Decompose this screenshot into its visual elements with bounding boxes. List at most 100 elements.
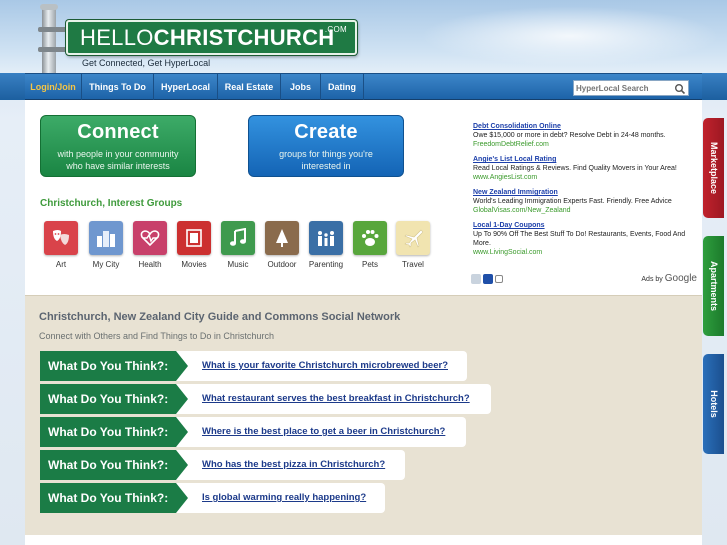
- group-health[interactable]: Health: [127, 221, 173, 269]
- ads-footer: Ads by Google: [471, 273, 697, 285]
- next-arrow-icon[interactable]: [483, 274, 493, 284]
- logo-text-city: CHRISTCHURCH: [153, 25, 335, 50]
- city-icon: [89, 221, 123, 255]
- music-note-icon: [221, 221, 255, 255]
- search-icon[interactable]: [674, 82, 686, 95]
- side-tab-apartments[interactable]: Apartments: [703, 236, 724, 336]
- interest-groups-title: Christchurch, Interest Groups: [40, 198, 183, 209]
- group-label: Art: [55, 260, 67, 269]
- city-guide-panel: Christchurch, New Zealand City Guide and…: [25, 295, 702, 535]
- ad-body: World's Leading Immigration Experts Fast…: [473, 198, 672, 205]
- group-label: Music: [227, 260, 249, 269]
- ad-title[interactable]: Angie's List Local Rating: [473, 155, 703, 164]
- ad-title[interactable]: Debt Consolidation Online: [473, 122, 703, 131]
- plane-icon: [396, 221, 430, 255]
- logo-suffix: .COM: [324, 25, 347, 34]
- heart-icon: [133, 221, 167, 255]
- question-link[interactable]: What restaurant serves the best breakfas…: [202, 384, 470, 414]
- previous-arrow-icon[interactable]: [471, 274, 481, 284]
- group-pets[interactable]: Pets: [347, 221, 393, 269]
- ad-url[interactable]: GlobalVisas.com/New_Zealand: [473, 206, 703, 215]
- group-label: My City: [92, 260, 120, 269]
- ad-item[interactable]: Local 1-Day Coupons Up To 90% Off The Be…: [473, 221, 703, 257]
- search-input[interactable]: [574, 81, 674, 95]
- sign-pole-cap: [40, 4, 58, 10]
- ad-item[interactable]: Debt Consolidation Online Owe $15,000 or…: [473, 122, 703, 149]
- group-label: Health: [138, 260, 162, 269]
- side-tab-label: Apartments: [708, 260, 719, 312]
- expand-icon[interactable]: [495, 275, 503, 283]
- question-link[interactable]: Where is the best place to get a beer in…: [202, 417, 445, 447]
- ad-body: Read Local Ratings & Reviews. Find Quali…: [473, 165, 677, 172]
- nav-login-join[interactable]: Login/Join: [25, 74, 82, 100]
- side-tab-hotels[interactable]: Hotels: [703, 354, 724, 454]
- nav-real-estate[interactable]: Real Estate: [218, 74, 281, 100]
- footer-strip: [25, 535, 702, 545]
- ad-url[interactable]: www.AngiesList.com: [473, 173, 703, 182]
- group-movies[interactable]: Movies: [171, 221, 217, 269]
- ad-item[interactable]: Angie's List Local Rating Read Local Rat…: [473, 155, 703, 182]
- connect-title: Connect: [77, 121, 159, 143]
- group-label: Movies: [181, 260, 207, 269]
- connect-button[interactable]: Connect with people in your community wh…: [40, 115, 196, 177]
- logo-text-hello: HELLO: [80, 25, 154, 50]
- masks-icon: [44, 221, 78, 255]
- nav-dating[interactable]: Dating: [321, 74, 364, 100]
- side-tab-marketplace[interactable]: Marketplace: [703, 118, 724, 218]
- tree-icon: [265, 221, 299, 255]
- nav-hyperlocal[interactable]: HyperLocal: [154, 74, 218, 100]
- connect-line2: who have similar interests: [66, 161, 170, 171]
- group-my-city[interactable]: My City: [83, 221, 129, 269]
- ads-list: Debt Consolidation Online Owe $15,000 or…: [473, 122, 703, 263]
- ad-title[interactable]: New Zealand Immigration: [473, 188, 703, 197]
- question-link[interactable]: What is your favorite Christchurch micro…: [202, 351, 448, 381]
- ads-by-google[interactable]: Ads by Google: [641, 273, 697, 284]
- ads-by-label: Ads by: [641, 276, 663, 283]
- question-link[interactable]: Who has the best pizza in Christchurch?: [202, 450, 385, 480]
- sign-pole-clamp: [38, 27, 68, 32]
- ad-title[interactable]: Local 1-Day Coupons: [473, 221, 703, 230]
- side-tab-label: Hotels: [708, 390, 719, 418]
- group-travel[interactable]: Travel: [390, 221, 436, 269]
- create-button[interactable]: Create groups for things you're interest…: [248, 115, 404, 177]
- paw-icon: [353, 221, 387, 255]
- group-label: Travel: [402, 260, 424, 269]
- city-guide-title: Christchurch, New Zealand City Guide and…: [39, 311, 401, 323]
- question-tag: What Do You Think?:: [40, 351, 188, 381]
- main-content: Connect with people in your community wh…: [25, 100, 702, 295]
- site-tagline: Get Connected, Get HyperLocal: [82, 58, 211, 68]
- side-tab-label: Marketplace: [708, 141, 719, 195]
- family-icon: [309, 221, 343, 255]
- nav-jobs[interactable]: Jobs: [281, 74, 321, 100]
- group-art[interactable]: Art: [38, 221, 84, 269]
- search-box: [573, 80, 689, 96]
- create-title: Create: [294, 121, 358, 143]
- ad-item[interactable]: New Zealand Immigration World's Leading …: [473, 188, 703, 215]
- group-label: Pets: [361, 260, 378, 269]
- nav-things-to-do[interactable]: Things To Do: [82, 74, 154, 100]
- sign-pole: [42, 6, 56, 76]
- ad-body: Owe $15,000 or more in debt? Resolve Deb…: [473, 132, 666, 139]
- group-music[interactable]: Music: [215, 221, 261, 269]
- city-guide-subtitle: Connect with Others and Find Things to D…: [39, 331, 274, 341]
- create-line1: groups for things you're: [279, 149, 373, 159]
- question-tag: What Do You Think?:: [40, 450, 188, 480]
- ad-url[interactable]: FreedomDebtRelief.com: [473, 140, 703, 149]
- connect-line1: with people in your community: [57, 149, 179, 159]
- group-parenting[interactable]: Parenting: [303, 221, 349, 269]
- site-logo[interactable]: HELLOCHRISTCHURCH .COM: [66, 20, 357, 55]
- group-outdoor[interactable]: Outdoor: [259, 221, 305, 269]
- create-line2: interested in: [301, 161, 351, 171]
- sky-cloud: [420, 6, 720, 66]
- google-logo: Google: [664, 273, 697, 284]
- question-tag: What Do You Think?:: [40, 417, 188, 447]
- film-icon: [177, 221, 211, 255]
- group-label: Outdoor: [267, 260, 297, 269]
- question-tag: What Do You Think?:: [40, 483, 188, 513]
- sign-pole-clamp: [38, 47, 68, 52]
- question-link[interactable]: Is global warming really happening?: [202, 483, 366, 513]
- ad-url[interactable]: www.LivingSocial.com: [473, 248, 703, 257]
- ad-body: Up To 90% Off The Best Stuff To Do! Rest…: [473, 231, 686, 247]
- main-nav: Login/Join Things To Do HyperLocal Real …: [25, 73, 702, 100]
- group-label: Parenting: [308, 260, 344, 269]
